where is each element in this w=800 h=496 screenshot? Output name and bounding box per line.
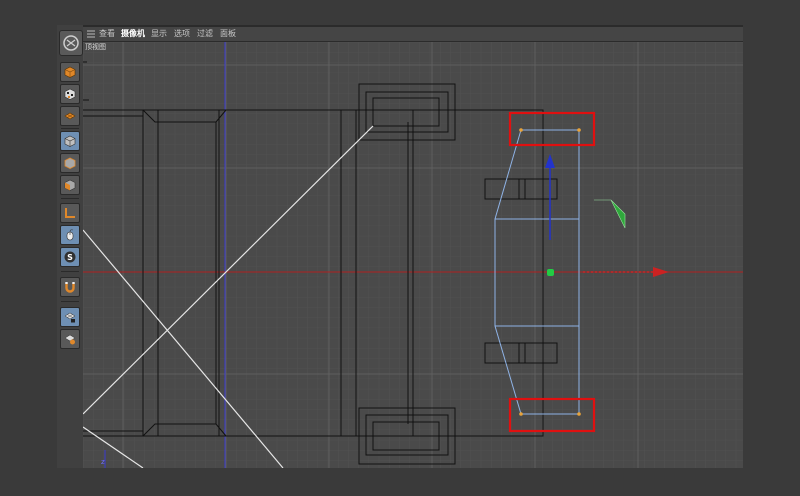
tool-cube-select-icon[interactable] <box>60 131 80 151</box>
tool-plane-grid-icon[interactable] <box>60 106 80 126</box>
viewport-scene[interactable]: z <box>83 42 743 468</box>
tool-snap-s-icon[interactable]: S <box>60 247 80 267</box>
tool-axis-l-icon[interactable] <box>60 203 80 223</box>
tool-mouse-icon[interactable] <box>60 225 80 245</box>
tool-magnet-icon[interactable] <box>60 277 80 297</box>
menu-filter[interactable]: 过滤 <box>197 28 213 40</box>
svg-text:z: z <box>101 458 105 466</box>
menu-options[interactable]: 选项 <box>174 28 190 40</box>
left-toolbar: S <box>57 25 83 468</box>
top-viewport[interactable]: 顶视图 z <box>83 42 743 468</box>
tool-cube-faces-icon[interactable] <box>60 175 80 195</box>
menu-view[interactable]: 查看 <box>99 28 115 40</box>
menu-camera[interactable]: 摄像机 <box>121 28 145 40</box>
tool-cube-edges-icon[interactable] <box>60 153 80 173</box>
menu-display[interactable]: 显示 <box>151 28 167 40</box>
menu-lines-icon[interactable] <box>87 30 95 38</box>
tool-cube-icon[interactable] <box>60 62 80 82</box>
cinema4d-window: S 查看 摄像机 显示 选项 过滤 面板 顶视图 z <box>57 25 743 468</box>
viewport-menubar: 查看 摄像机 显示 选项 过滤 面板 <box>83 27 743 41</box>
viewport-label: 顶视图 <box>85 43 106 51</box>
gizmo-y-handle <box>547 269 554 276</box>
svg-text:S: S <box>67 253 73 262</box>
tool-grid-sphere-icon[interactable] <box>60 329 80 349</box>
tool-grid-lock-icon[interactable] <box>60 307 80 327</box>
tool-checker-cube-icon[interactable] <box>60 84 80 104</box>
menu-panel[interactable]: 面板 <box>220 28 236 40</box>
app-logo-icon[interactable] <box>59 30 83 56</box>
